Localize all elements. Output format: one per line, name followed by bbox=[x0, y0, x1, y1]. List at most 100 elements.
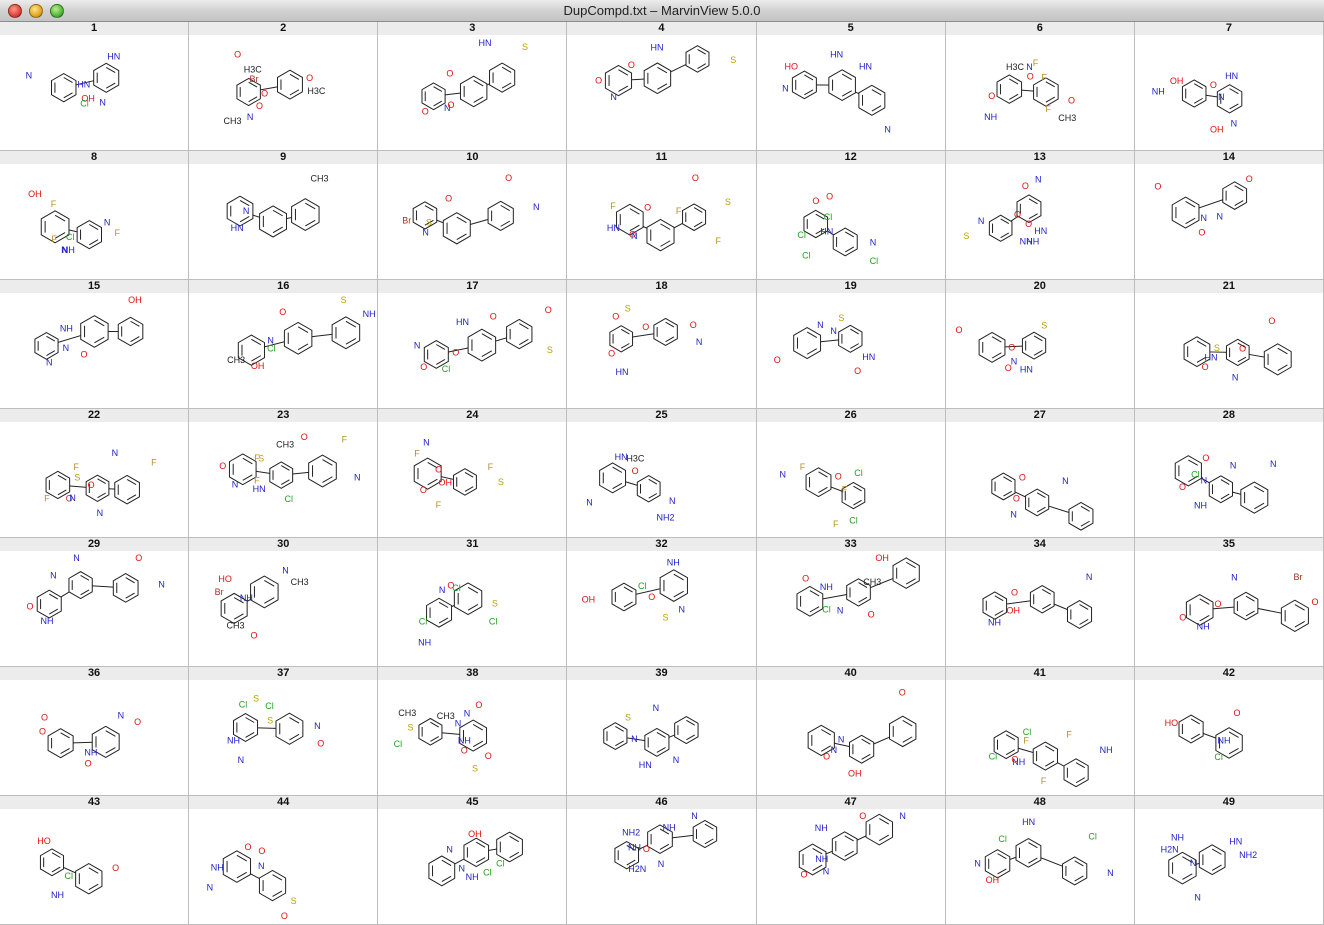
structure-cell[interactable]: 32 Cl N OH NH O S bbox=[567, 538, 757, 667]
atom-label: S bbox=[838, 313, 844, 323]
atom-label: O bbox=[1005, 363, 1012, 373]
structure-cell[interactable]: 12 O N Cl HN O Cl Cl Cl bbox=[756, 151, 946, 280]
atom-label: OH bbox=[1006, 605, 1020, 615]
structure-cell[interactable]: 43 HO O NH Cl bbox=[0, 796, 190, 925]
atom-label: N bbox=[423, 227, 430, 237]
structure-cell[interactable]: 36 O N O NH O O bbox=[0, 667, 190, 796]
molecule-drawing: HO O NHCl bbox=[37, 836, 119, 900]
structure-cell[interactable]: 46 H2N NH N O N NH NH2 bbox=[567, 796, 757, 925]
structure-cell[interactable]: 1 HN N N HN OH Cl bbox=[0, 22, 190, 151]
atom-label: N bbox=[658, 859, 665, 869]
molecule-drawing: OSNNOONH bbox=[207, 842, 297, 921]
atom-label: Cl bbox=[998, 834, 1007, 844]
atom-label: F bbox=[799, 462, 805, 472]
structure-cell[interactable]: 30 Br N O NH HO CH3 CH3 bbox=[189, 538, 379, 667]
atom-label: O bbox=[649, 592, 656, 602]
structure-cell[interactable]: 4 O HN S N O bbox=[567, 22, 757, 151]
structure-cell[interactable]: 9 HN N CH3 bbox=[189, 151, 379, 280]
structure-cell[interactable]: 3 O O S N O HN bbox=[378, 22, 568, 151]
atom-label: CH3 bbox=[276, 439, 294, 449]
atom-label: N bbox=[247, 112, 254, 122]
atom-label: N bbox=[1190, 858, 1197, 868]
cell-index-label: 49 bbox=[1134, 796, 1323, 809]
atom-label: O bbox=[421, 362, 428, 372]
structure-cell[interactable]: 41 Cl Cl NH O NH F F F bbox=[945, 667, 1135, 796]
structure-cell[interactable]: 10 Br O N N S O bbox=[378, 151, 568, 280]
title-bar[interactable]: DupCompd.txt – MarvinView 5.0.0 bbox=[0, 0, 1324, 22]
structure-cell[interactable]: 5 HO HN N N HN bbox=[756, 22, 946, 151]
atom-label: HN bbox=[1020, 365, 1033, 375]
molecule-drawing: Cl N N S S O NH Cl bbox=[227, 694, 324, 766]
structure-cell[interactable]: 25 HN N N O H3C NH2 bbox=[567, 409, 757, 538]
atom-label: O bbox=[643, 844, 650, 854]
structure-cell[interactable]: 42 HO O NH Cl bbox=[1134, 667, 1324, 796]
structure-cell[interactable]: 11 F F F HN O S N O O bbox=[567, 151, 757, 280]
structure-cell[interactable]: 18 O O HN O S N O bbox=[567, 280, 757, 409]
molecule-drawing: OCH3NNFFFHNOSCl bbox=[219, 432, 360, 504]
cell-index-label: 23 bbox=[189, 409, 378, 422]
atom-label: O bbox=[259, 846, 266, 856]
structure-cell[interactable]: 34 NH O N OH bbox=[945, 538, 1135, 667]
atom-label: NH2 bbox=[657, 513, 675, 523]
atom-label: OH bbox=[1170, 76, 1184, 86]
atom-label: O bbox=[859, 811, 866, 821]
atom-label: O bbox=[632, 466, 639, 476]
structure-cell[interactable]: 37 Cl N N S S O NH Cl bbox=[189, 667, 379, 796]
structure-cell[interactable]: 20 O HN O S N O bbox=[945, 280, 1135, 409]
structure-cell[interactable]: 38 CH3 O Cl N N S S O NH O CH3 bbox=[378, 667, 568, 796]
atom-label: NH bbox=[628, 843, 641, 853]
atom-label: NH bbox=[815, 854, 828, 864]
structure-cell[interactable]: 8 Cl NH OH N N F F F bbox=[0, 151, 190, 280]
structure-cell[interactable]: 26 O Cl N Cl F F F bbox=[756, 409, 946, 538]
atom-label: N bbox=[1232, 372, 1239, 382]
molecule-drawing: OClNNNHNO bbox=[1174, 453, 1276, 514]
structure-cell[interactable]: 40 O N O N OH bbox=[756, 667, 946, 796]
atom-label: HN bbox=[830, 50, 843, 60]
structure-cell[interactable]: 17 N O S O HN O Cl O bbox=[378, 280, 568, 409]
structure-cell[interactable]: 21 O HN O S N O bbox=[1134, 280, 1324, 409]
molecule-drawing: ONONOH bbox=[807, 687, 916, 778]
structure-cell[interactable]: 23 O CH3 N N F F F HN O S Cl bbox=[189, 409, 379, 538]
molecule-drawing: O N Cl HN O Cl Cl Cl bbox=[797, 192, 878, 266]
atom-label: S bbox=[663, 613, 669, 623]
atom-label: S bbox=[1041, 320, 1047, 330]
molecule-drawing: OHNSNO bbox=[596, 42, 737, 102]
structure-cell[interactable]: 22 F F F O N N S N O bbox=[0, 409, 190, 538]
atom-label: O bbox=[435, 465, 442, 475]
atom-label: O bbox=[1008, 342, 1015, 352]
structure-cell[interactable]: 48 N HN N OH Cl Cl bbox=[945, 796, 1135, 925]
molecule-drawing: O Cl N Cl F F F bbox=[779, 462, 865, 529]
structure-cell[interactable]: 44 O S N N O O NH bbox=[189, 796, 379, 925]
atom-label: O bbox=[1268, 316, 1275, 326]
structure-cell[interactable]: 35 O N O NH O Br bbox=[1134, 538, 1324, 667]
atom-label: S bbox=[341, 295, 347, 305]
structure-cell[interactable]: 29 O N N NH N O bbox=[0, 538, 190, 667]
structure-cell[interactable]: 49 H2N HN N N NH NH2 bbox=[1134, 796, 1324, 925]
structure-cell[interactable]: 45 N NH OH N Cl Cl bbox=[378, 796, 568, 925]
atom-label: N bbox=[1230, 460, 1237, 470]
atom-label: N bbox=[1200, 475, 1207, 485]
atom-label: F bbox=[488, 462, 494, 472]
structure-cell[interactable]: 6 H3C O NH O N CH3 O F F F bbox=[945, 22, 1135, 151]
atom-label: Cl bbox=[638, 581, 647, 591]
structure-cell[interactable]: 2 O O O O N Br H3C H3C CH3 bbox=[189, 22, 379, 151]
atom-label: NH bbox=[984, 112, 997, 122]
atom-label: N bbox=[779, 470, 786, 480]
structure-cell[interactable]: 15 N NH OH N O bbox=[0, 280, 190, 409]
structure-cell[interactable]: 47 O NH N N NH O bbox=[756, 796, 946, 925]
atom-label: O bbox=[898, 687, 905, 697]
structure-cell[interactable]: 14 N N O O O bbox=[1134, 151, 1324, 280]
atom-label: O bbox=[596, 75, 603, 85]
structure-cell[interactable]: 39 N HN N S N bbox=[567, 667, 757, 796]
structure-cell[interactable]: 7 O N NH HN N OH OH bbox=[1134, 22, 1324, 151]
structure-cell[interactable]: 24 F F F OH N S O O bbox=[378, 409, 568, 538]
structure-cell[interactable]: 13 O HN S O O NH N N NH bbox=[945, 151, 1135, 280]
structure-cell[interactable]: 31 N S NH O Cl Cl Cl bbox=[378, 538, 568, 667]
atom-label: NH bbox=[363, 309, 376, 319]
atom-label: O bbox=[609, 348, 616, 358]
structure-cell[interactable]: 28 O Cl N N NH N O bbox=[1134, 409, 1324, 538]
structure-cell[interactable]: 19 N HN O S N O bbox=[756, 280, 946, 409]
structure-cell[interactable]: 27 O N N O bbox=[945, 409, 1135, 538]
structure-cell[interactable]: 33 Cl N OH NH O CH3 O bbox=[756, 538, 946, 667]
structure-cell[interactable]: 16 CH3 O NH OH N S Cl bbox=[189, 280, 379, 409]
